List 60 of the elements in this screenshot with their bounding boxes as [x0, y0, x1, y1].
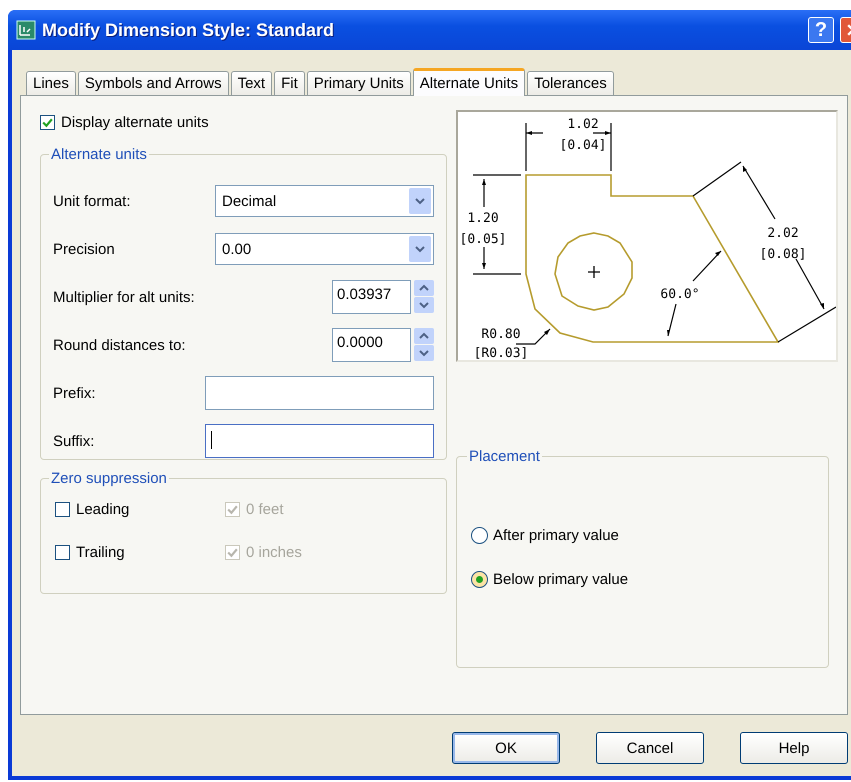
spin-down-button[interactable] — [414, 297, 434, 313]
dimension-label: 60.0° — [660, 287, 700, 302]
tab[interactable]: Tolerances — [527, 71, 614, 95]
chevron-down-icon — [418, 301, 430, 309]
group-title: Zero suppression — [50, 470, 168, 487]
help-button[interactable]: ? — [808, 17, 834, 43]
radio-button[interactable] — [471, 526, 488, 544]
dropdown[interactable]: 0.00 — [215, 233, 434, 265]
checkbox[interactable] — [40, 114, 55, 130]
dimension-label: [R0.03] — [474, 346, 528, 360]
radio-button[interactable] — [471, 570, 488, 588]
dimension-label: [0.08] — [760, 247, 806, 262]
checkbox-label: Display alternate units — [61, 114, 209, 130]
center-mark-icon — [587, 265, 601, 279]
chevron-down-icon — [409, 188, 431, 214]
dialog-button[interactable]: OK — [452, 732, 560, 764]
tab[interactable]: Alternate Units — [412, 68, 526, 96]
dimension-label: [0.04] — [560, 138, 606, 153]
group-title: Alternate units — [50, 146, 148, 163]
field-label: Unit format: — [53, 192, 132, 210]
chevron-down-icon — [409, 236, 431, 262]
checkbox-label: Leading — [76, 500, 130, 518]
field-label: Round distances to: — [53, 336, 187, 354]
chevron-up-icon — [418, 284, 430, 292]
dimension-label: 2.02 — [767, 226, 799, 241]
chevron-up-icon — [418, 332, 430, 340]
radio-label: Below primary value — [493, 570, 628, 588]
dimension-label: R0.80 — [481, 327, 521, 342]
dimension-label: 1.20 — [467, 211, 499, 226]
window-title: Modify Dimension Style: Standard — [42, 20, 336, 40]
checkbox-label: 0 inches — [246, 544, 302, 560]
number-field[interactable]: 0.0000 — [332, 328, 411, 362]
dialog-button[interactable]: Cancel — [596, 732, 704, 764]
spin-down-button[interactable] — [414, 345, 434, 361]
field-label: Multiplier for alt units: — [53, 288, 196, 306]
checkbox-label: Trailing — [76, 544, 125, 560]
field-label: Suffix: — [53, 432, 96, 450]
checkbox-label: 0 feet — [246, 500, 284, 518]
dimension-label: [0.05] — [460, 232, 506, 247]
spin-up-button[interactable] — [414, 328, 434, 344]
dropdown[interactable]: Decimal — [215, 185, 434, 217]
tab[interactable]: Lines — [26, 71, 76, 95]
app-icon — [16, 20, 36, 40]
field-label: Prefix: — [53, 384, 97, 402]
checkbox[interactable] — [55, 544, 70, 560]
number-field[interactable]: 0.03937 — [332, 280, 411, 314]
checkbox[interactable] — [55, 502, 70, 516]
text-field[interactable] — [205, 424, 434, 458]
group-title: Placement — [468, 448, 541, 465]
tab[interactable]: Symbols and Arrows — [78, 71, 229, 95]
tab[interactable]: Primary Units — [306, 71, 411, 95]
dialog-button[interactable]: Help — [740, 732, 848, 764]
field-label: Precision — [53, 240, 116, 258]
text-field[interactable] — [205, 376, 434, 410]
spin-up-button[interactable] — [414, 280, 434, 296]
chevron-down-icon — [418, 349, 430, 357]
dimension-label: 1.02 — [567, 117, 599, 132]
tab[interactable]: Text — [230, 71, 272, 95]
tab[interactable]: Fit — [274, 71, 305, 95]
radio-label: After primary value — [493, 526, 619, 544]
